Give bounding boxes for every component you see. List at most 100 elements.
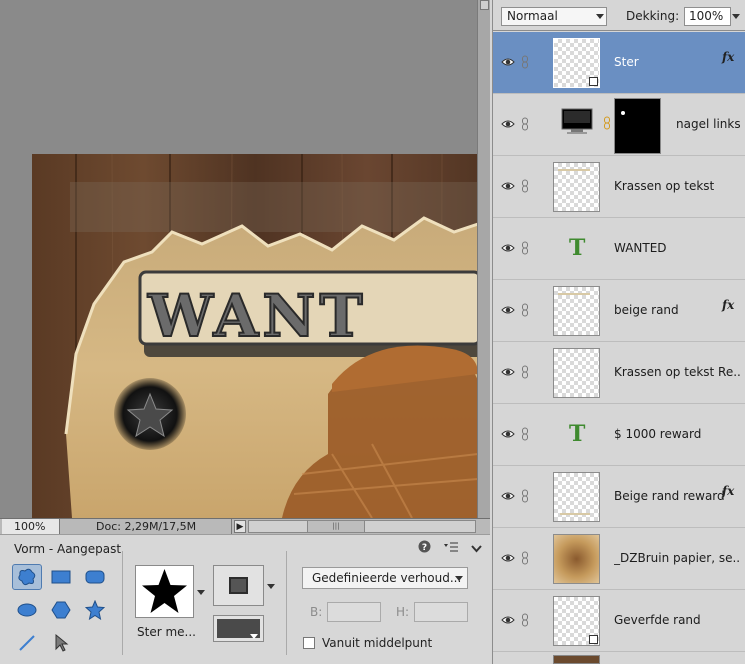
custom-shape-tool-button[interactable] <box>12 564 42 590</box>
layer-name: nagel links <box>676 117 741 131</box>
layer-link-icon[interactable] <box>521 179 529 193</box>
shape-picker-dropdown-icon[interactable] <box>197 590 205 595</box>
selection-arrow-icon <box>55 633 69 652</box>
layer-name: Krassen op tekst <box>614 179 715 193</box>
layer-link-icon[interactable] <box>521 613 529 627</box>
horizontal-scrollbar[interactable]: ||| <box>248 520 476 533</box>
height-label: H: <box>396 605 410 619</box>
shape-selection-tool-button[interactable] <box>46 630 76 656</box>
visibility-eye-icon[interactable] <box>501 304 515 316</box>
poster-title-text: WANT <box>147 282 367 350</box>
custom-shape-icon <box>18 568 36 586</box>
layer-link-icon[interactable] <box>521 55 529 69</box>
ellipse-tool-button[interactable] <box>12 597 42 623</box>
height-field[interactable] <box>414 602 468 622</box>
star-icon <box>85 600 105 620</box>
document-canvas[interactable]: WANT <box>32 154 478 518</box>
geometry-options-value: Gedefinieerde verhoud... <box>312 571 462 585</box>
width-field[interactable] <box>327 602 381 622</box>
collapse-chevron-icon[interactable] <box>470 542 482 556</box>
layers-panel: Normaal Dekking: 100% Ster fx nagel links K… <box>492 0 745 664</box>
layer-effects-icon[interactable]: fx <box>722 50 734 64</box>
layer-row[interactable]: Geverfde rand <box>493 590 745 652</box>
layers-panel-header: Normaal Dekking: 100% <box>493 0 745 31</box>
help-icon[interactable]: ? <box>418 540 431 556</box>
geometry-options-combo[interactable]: Gedefinieerde verhoud... <box>302 567 468 589</box>
visibility-eye-icon[interactable] <box>501 242 515 254</box>
status-menu-arrow-icon[interactable]: ▶ <box>234 520 246 533</box>
scrollbar-grip[interactable]: ||| <box>307 521 365 532</box>
layer-row[interactable]: T WANTED <box>493 218 745 280</box>
layer-mask-thumbnail[interactable] <box>614 98 661 154</box>
ellipse-icon <box>17 603 37 617</box>
layer-name: Krassen op tekst Re... <box>614 365 740 379</box>
layer-row[interactable]: _DZBruin papier, se... <box>493 528 745 590</box>
blend-mode-dropdown[interactable]: Normaal <box>501 7 607 26</box>
layer-link-icon[interactable] <box>521 241 529 255</box>
line-tool-button[interactable] <box>12 630 42 656</box>
layer-effects-icon[interactable]: fx <box>722 298 734 312</box>
visibility-eye-icon[interactable] <box>501 490 515 502</box>
layer-link-icon[interactable] <box>521 427 529 441</box>
layer-link-icon[interactable] <box>521 117 529 131</box>
layer-thumbnail <box>553 348 600 398</box>
visibility-eye-icon[interactable] <box>501 56 515 68</box>
scrollbar-thumb[interactable] <box>480 0 489 10</box>
star-shape-preview-icon <box>142 569 187 613</box>
layer-name: $ 1000 reward <box>614 427 702 441</box>
shape-color-picker[interactable] <box>213 615 264 642</box>
rectangle-tool-button[interactable] <box>46 564 76 590</box>
opacity-chevron-icon[interactable] <box>732 14 740 19</box>
layer-thumbnail <box>553 655 600 664</box>
shape-style-picker[interactable] <box>213 565 264 606</box>
panel-menu-icon[interactable] <box>443 541 459 556</box>
visibility-eye-icon[interactable] <box>501 366 515 378</box>
vertical-scrollbar[interactable] <box>477 0 490 518</box>
layer-thumbnail <box>553 38 600 88</box>
layer-name: WANTED <box>614 241 667 255</box>
layer-effects-icon[interactable]: fx <box>722 484 734 498</box>
layer-link-icon[interactable] <box>521 551 529 565</box>
layer-thumbnail <box>561 108 593 136</box>
from-center-label: Vanuit middelpunt <box>322 636 433 650</box>
visibility-eye-icon[interactable] <box>501 614 515 626</box>
visibility-eye-icon[interactable] <box>501 552 515 564</box>
text-layer-icon: T <box>569 421 586 447</box>
style-picker-dropdown-icon[interactable] <box>267 584 275 589</box>
svg-text:?: ? <box>422 543 427 553</box>
style-swatch-icon <box>229 577 248 594</box>
layer-row[interactable]: Beige rand reward fx <box>493 466 745 528</box>
layer-thumbnail <box>553 286 600 336</box>
opacity-field[interactable]: 100% <box>684 7 740 26</box>
rounded-rectangle-tool-button[interactable] <box>80 564 110 590</box>
layer-name: Geverfde rand <box>614 613 701 627</box>
polygon-icon <box>51 601 71 619</box>
shape-name-label: Ster me... <box>137 625 196 639</box>
layer-row[interactable]: Ster fx <box>493 32 745 94</box>
custom-shape-picker[interactable] <box>135 565 194 618</box>
layer-link-icon[interactable] <box>521 303 529 317</box>
layer-link-icon[interactable] <box>521 489 529 503</box>
status-bar: 100% Doc: 2,29M/17,5M ▶ ||| <box>0 518 490 534</box>
layer-row[interactable]: nagel links <box>493 94 745 156</box>
separator <box>286 551 287 655</box>
zoom-level[interactable]: 100% <box>2 519 60 534</box>
layer-row[interactable]: T $ 1000 reward <box>493 404 745 466</box>
from-center-checkbox[interactable] <box>303 637 315 649</box>
layer-row[interactable]: Krassen op tekst <box>493 156 745 218</box>
star-tool-button[interactable] <box>80 597 110 623</box>
layer-row[interactable]: Krassen op tekst Re... <box>493 342 745 404</box>
document-workspace[interactable]: WANT <box>0 0 490 518</box>
document-size: Doc: 2,29M/17,5M <box>62 519 232 534</box>
rectangle-icon <box>51 570 71 584</box>
visibility-eye-icon[interactable] <box>501 180 515 192</box>
layer-row[interactable]: beige rand fx <box>493 280 745 342</box>
layer-link-icon[interactable] <box>521 365 529 379</box>
visibility-eye-icon[interactable] <box>501 428 515 440</box>
poster-artwork: WANT <box>32 154 478 518</box>
line-icon <box>19 635 35 651</box>
visibility-eye-icon[interactable] <box>501 118 515 130</box>
polygon-tool-button[interactable] <box>46 597 76 623</box>
mask-link-icon[interactable] <box>603 116 611 130</box>
layer-thumbnail <box>553 596 600 646</box>
